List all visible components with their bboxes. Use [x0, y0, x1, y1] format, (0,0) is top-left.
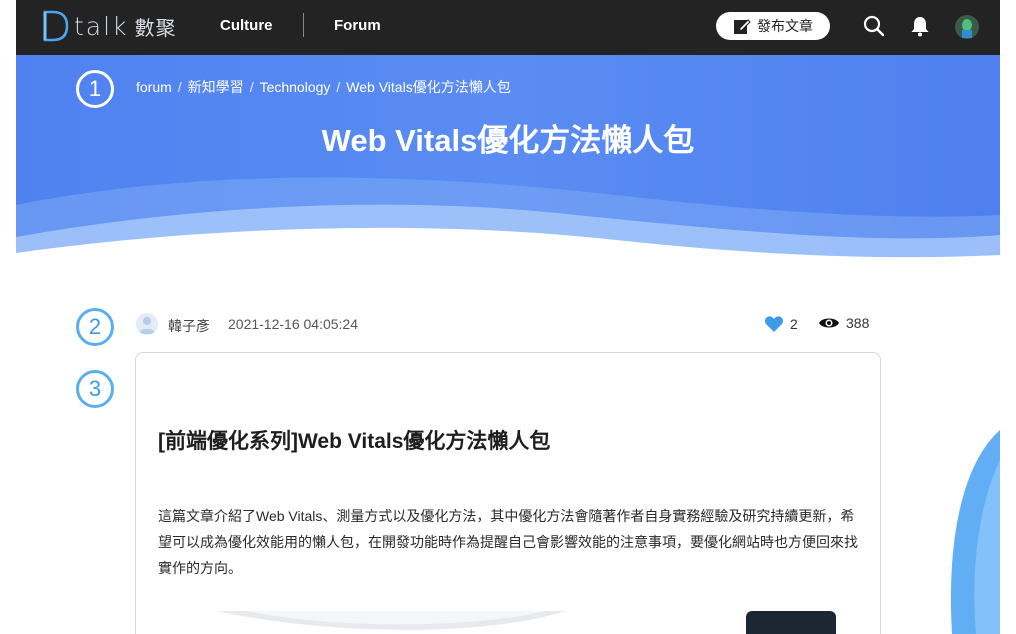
author-name[interactable]: 韓子彥	[168, 316, 210, 336]
logo-word: talk	[74, 11, 129, 41]
breadcrumb-topic[interactable]: Technology	[260, 79, 331, 95]
post-article-button[interactable]: 發布文章	[716, 12, 830, 40]
step-marker-2: 2	[76, 308, 114, 346]
post-date: 2021-12-16 04:05:24	[228, 316, 358, 332]
nav-link-culture[interactable]: Culture	[220, 17, 273, 34]
article-cover-image	[216, 611, 836, 634]
breadcrumb-category[interactable]: 新知學習	[188, 79, 244, 95]
view-counter: 388	[818, 315, 869, 331]
search-icon[interactable]	[862, 14, 886, 38]
step-marker-1: 1	[76, 70, 114, 108]
breadcrumb: forum / 新知學習 / Technology / Web Vitals優化方法懶人包	[136, 79, 511, 95]
edit-icon	[734, 19, 751, 34]
logo[interactable]: talk 數聚	[40, 9, 177, 43]
nav-link-forum[interactable]: Forum	[334, 17, 381, 34]
like-counter[interactable]: 2	[764, 315, 798, 333]
like-count: 2	[790, 316, 798, 332]
logo-chinese: 數聚	[134, 15, 177, 40]
breadcrumb-forum[interactable]: forum	[136, 79, 172, 95]
logo-d-icon	[43, 10, 69, 42]
post-meta: 韓子彥 2021-12-16 04:05:24 2 388	[136, 312, 880, 338]
page-frame: talk 數聚 Culture Forum 發布文章 forum / 新知學習 …	[16, 0, 1000, 634]
side-wave-decoration	[950, 430, 1000, 634]
article-card: [前端優化系列]Web Vitals優化方法懶人包 這篇文章介紹了Web Vit…	[135, 352, 881, 634]
user-avatar-icon[interactable]	[954, 14, 980, 40]
article-heading: [前端優化系列]Web Vitals優化方法懶人包	[158, 430, 551, 453]
article-intro: 這篇文章介紹了Web Vitals、測量方式以及優化方法，其中優化方法會隨著作者…	[158, 508, 858, 576]
avatar-placeholder-icon	[139, 317, 155, 334]
heart-icon[interactable]	[764, 315, 784, 333]
eye-icon	[819, 318, 839, 328]
top-nav: talk 數聚 Culture Forum 發布文章	[16, 0, 1000, 55]
view-count: 388	[846, 315, 870, 331]
author-avatar[interactable]	[136, 313, 158, 335]
hero-wave-decoration	[16, 177, 1000, 265]
nav-divider	[303, 13, 304, 37]
step-marker-3: 3	[76, 370, 114, 408]
bell-icon[interactable]	[908, 14, 932, 38]
post-article-label: 發布文章	[757, 19, 813, 35]
breadcrumb-current: Web Vitals優化方法懶人包	[346, 79, 511, 95]
page-title: Web Vitals優化方法懶人包	[321, 123, 695, 158]
hero-banner: forum / 新知學習 / Technology / Web Vitals優化方法懶人包 …	[16, 55, 1000, 265]
